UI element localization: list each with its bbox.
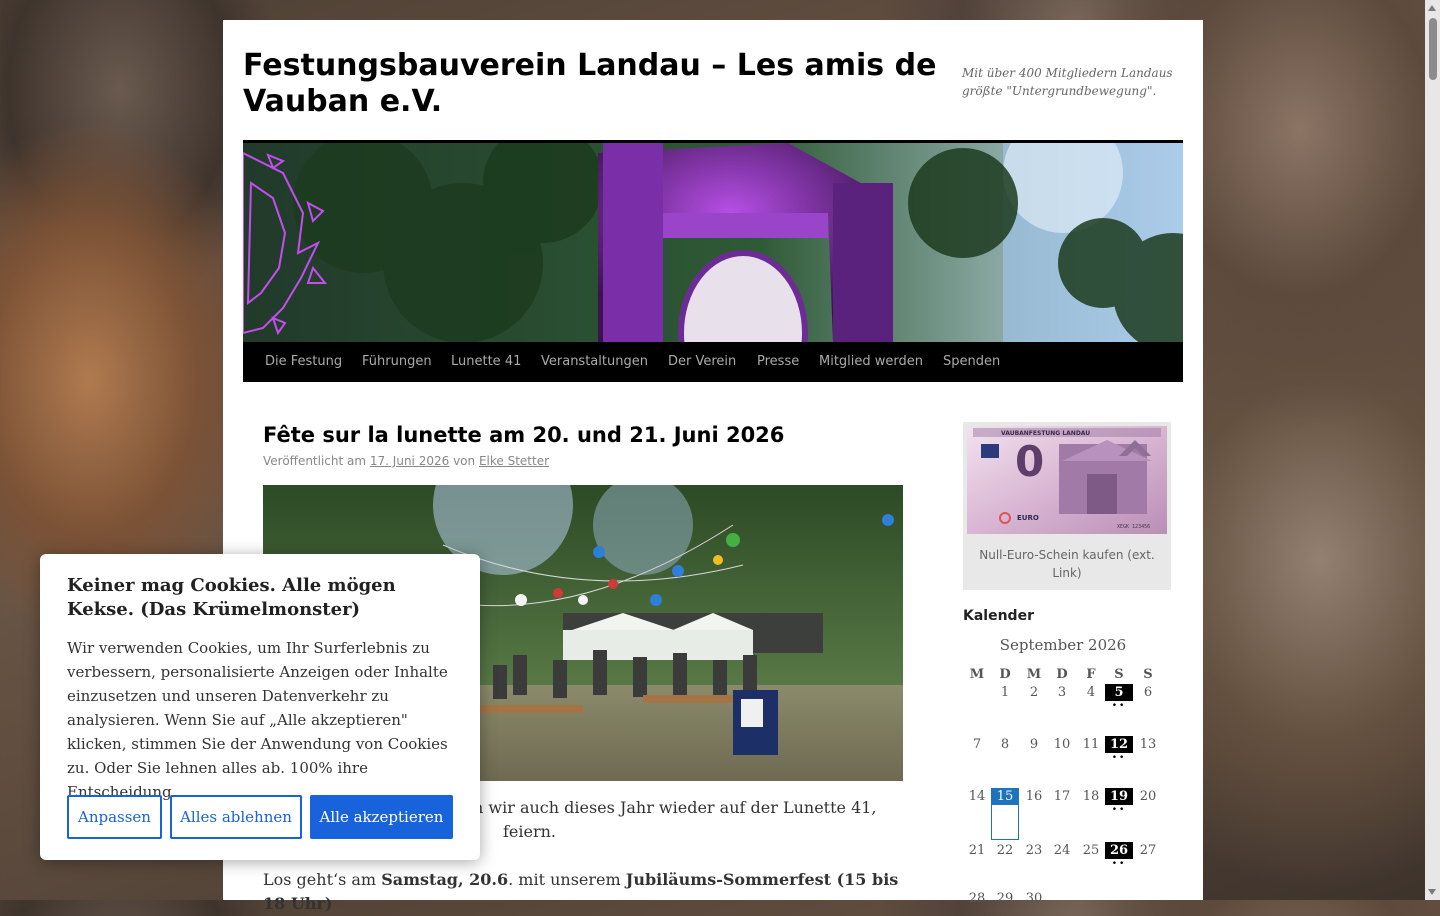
scrollbar[interactable] <box>1425 0 1440 900</box>
calendar-event-dots: •• <box>1111 701 1127 711</box>
cookie-text: Wir verwenden Cookies, um Ihr Surferlebn… <box>67 639 448 801</box>
banknote-ad-caption[interactable]: Null-Euro-Schein kaufen (ext. Link) <box>963 546 1171 582</box>
calendar-weekday-header: D <box>1056 667 1068 682</box>
customize-button[interactable]: Anpassen <box>67 795 162 839</box>
banknote-zero: 0 <box>1015 437 1044 486</box>
scroll-up-icon[interactable] <box>1428 5 1436 11</box>
calendar-day: 11 <box>1082 737 1100 752</box>
nav-item-die-festung[interactable]: Die Festung <box>265 342 342 382</box>
post-meta: Veröffentlicht am 17. Juni 2026 von Elke… <box>263 452 549 470</box>
site-description: Mit über 400 Mitgliedern Landaus größte … <box>962 66 1173 98</box>
post-author-link[interactable]: Elke Stetter <box>479 454 549 468</box>
calendar-day: 17 <box>1053 789 1071 804</box>
site-title[interactable]: Festungsbauverein Landau – Les amis de V… <box>243 48 943 120</box>
nav-item-der-verein[interactable]: Der Verein <box>668 342 736 382</box>
calendar-day: 14 <box>968 789 986 804</box>
nav-item-mitglied-werden[interactable]: Mitglied werden <box>819 342 923 382</box>
calendar-day: 25 <box>1082 843 1100 858</box>
calendar-day: 18 <box>1082 789 1100 804</box>
post-date-link[interactable]: 17. Juni 2026 <box>370 454 449 468</box>
calendar-day: 9 <box>1029 737 1039 752</box>
calendar-weekday-header: M <box>969 667 985 682</box>
meta-prefix: Veröffentlicht am <box>263 454 367 468</box>
scroll-down-icon[interactable] <box>1428 889 1436 895</box>
calendar-day: 23 <box>1025 843 1043 858</box>
accept-all-button[interactable]: Alle akzeptieren <box>310 795 453 839</box>
calendar-day: 30 <box>1025 891 1043 906</box>
paragraph2-event-time: 18 Uhr) <box>263 894 333 913</box>
scrollbar-thumb[interactable] <box>1429 18 1437 80</box>
calendar-weekday-header: S <box>1143 667 1153 682</box>
calendar-day-event[interactable]: 5 <box>1105 684 1133 701</box>
calendar-weekday-header: S <box>1114 667 1124 682</box>
calendar-day: 27 <box>1139 843 1157 858</box>
nav-item-fuehrungen[interactable]: Führungen <box>362 342 432 382</box>
calendar-weekday-header: F <box>1086 667 1096 682</box>
calendar-day-event[interactable]: 19 <box>1105 788 1133 805</box>
paragraph2-event: Jubiläums-Sommerfest (15 bis <box>625 870 899 889</box>
calendar-day: 3 <box>1057 685 1067 700</box>
paragraph1-line1: n wir auch dieses Jahr wieder auf der Lu… <box>473 798 877 817</box>
banknote-ad-widget[interactable]: 0 VAUBANFESTUNG LANDAU EURO XEGK 123456 … <box>963 422 1171 590</box>
main-navigation: Die Festung Führungen Lunette 41 Veranst… <box>243 342 1183 382</box>
banknote-header: VAUBANFESTUNG LANDAU <box>1001 430 1090 437</box>
calendar-day: 20 <box>1139 789 1157 804</box>
calendar-day: 4 <box>1086 685 1096 700</box>
calendar-day: 1 <box>1000 685 1010 700</box>
cookie-title: Keiner mag Cookies. Alle mögen Kekse. (D… <box>67 575 396 620</box>
calendar-widget-title: Kalender <box>963 608 1034 624</box>
header-image <box>243 140 1183 345</box>
calendar-today-outline <box>991 788 1019 840</box>
calendar-day-event[interactable]: 26 <box>1105 842 1133 859</box>
calendar-day: 13 <box>1139 737 1157 752</box>
calendar-day: 22 <box>996 843 1014 858</box>
calendar-day: 8 <box>1000 737 1010 752</box>
calendar-day: 2 <box>1029 685 1039 700</box>
calendar-day: 10 <box>1053 737 1071 752</box>
reject-all-button[interactable]: Alles ablehnen <box>170 795 302 839</box>
calendar-day: 16 <box>1025 789 1043 804</box>
calendar-event-dots: •• <box>1111 859 1127 869</box>
calendar-caption: September 2026 <box>999 636 1127 654</box>
meta-by: von <box>453 454 476 468</box>
calendar-weekday-header: D <box>999 667 1011 682</box>
cookie-consent-banner: Keiner mag Cookies. Alle mögen Kekse. (D… <box>40 554 480 860</box>
banknote-serial: XEGK 123456 <box>1117 524 1150 530</box>
post-title[interactable]: Fête sur la lunette am 20. und 21. Juni … <box>263 420 903 450</box>
calendar-event-dots: •• <box>1111 805 1127 815</box>
paragraph2-start: Los geht‘s am <box>263 870 382 889</box>
calendar-day: 7 <box>972 737 982 752</box>
paragraph1-line2: feiern. <box>503 822 557 841</box>
nav-item-presse[interactable]: Presse <box>757 342 799 382</box>
calendar-weekday-header: M <box>1026 667 1042 682</box>
nav-item-lunette-41[interactable]: Lunette 41 <box>451 342 521 382</box>
calendar-day: 6 <box>1143 685 1153 700</box>
nav-item-spenden[interactable]: Spenden <box>943 342 1000 382</box>
calendar-day: 28 <box>968 891 986 906</box>
paragraph2-date: Samstag, 20.6 <box>381 870 509 889</box>
banknote-currency: EURO <box>1017 514 1039 522</box>
calendar-day: 21 <box>968 843 986 858</box>
post-paragraph-2: Los geht‘s am Samstag, 20.6. mit unserem… <box>263 868 903 916</box>
calendar-event-dots: •• <box>1111 753 1127 763</box>
calendar-day: 29 <box>996 891 1014 906</box>
calendar-day-event[interactable]: 12 <box>1105 736 1133 753</box>
calendar-day: 24 <box>1053 843 1071 858</box>
paragraph2-mid: . mit unserem <box>508 870 626 889</box>
nav-item-veranstaltungen[interactable]: Veranstaltungen <box>541 342 648 382</box>
banknote-image[interactable]: 0 VAUBANFESTUNG LANDAU EURO XEGK 123456 <box>967 426 1167 534</box>
